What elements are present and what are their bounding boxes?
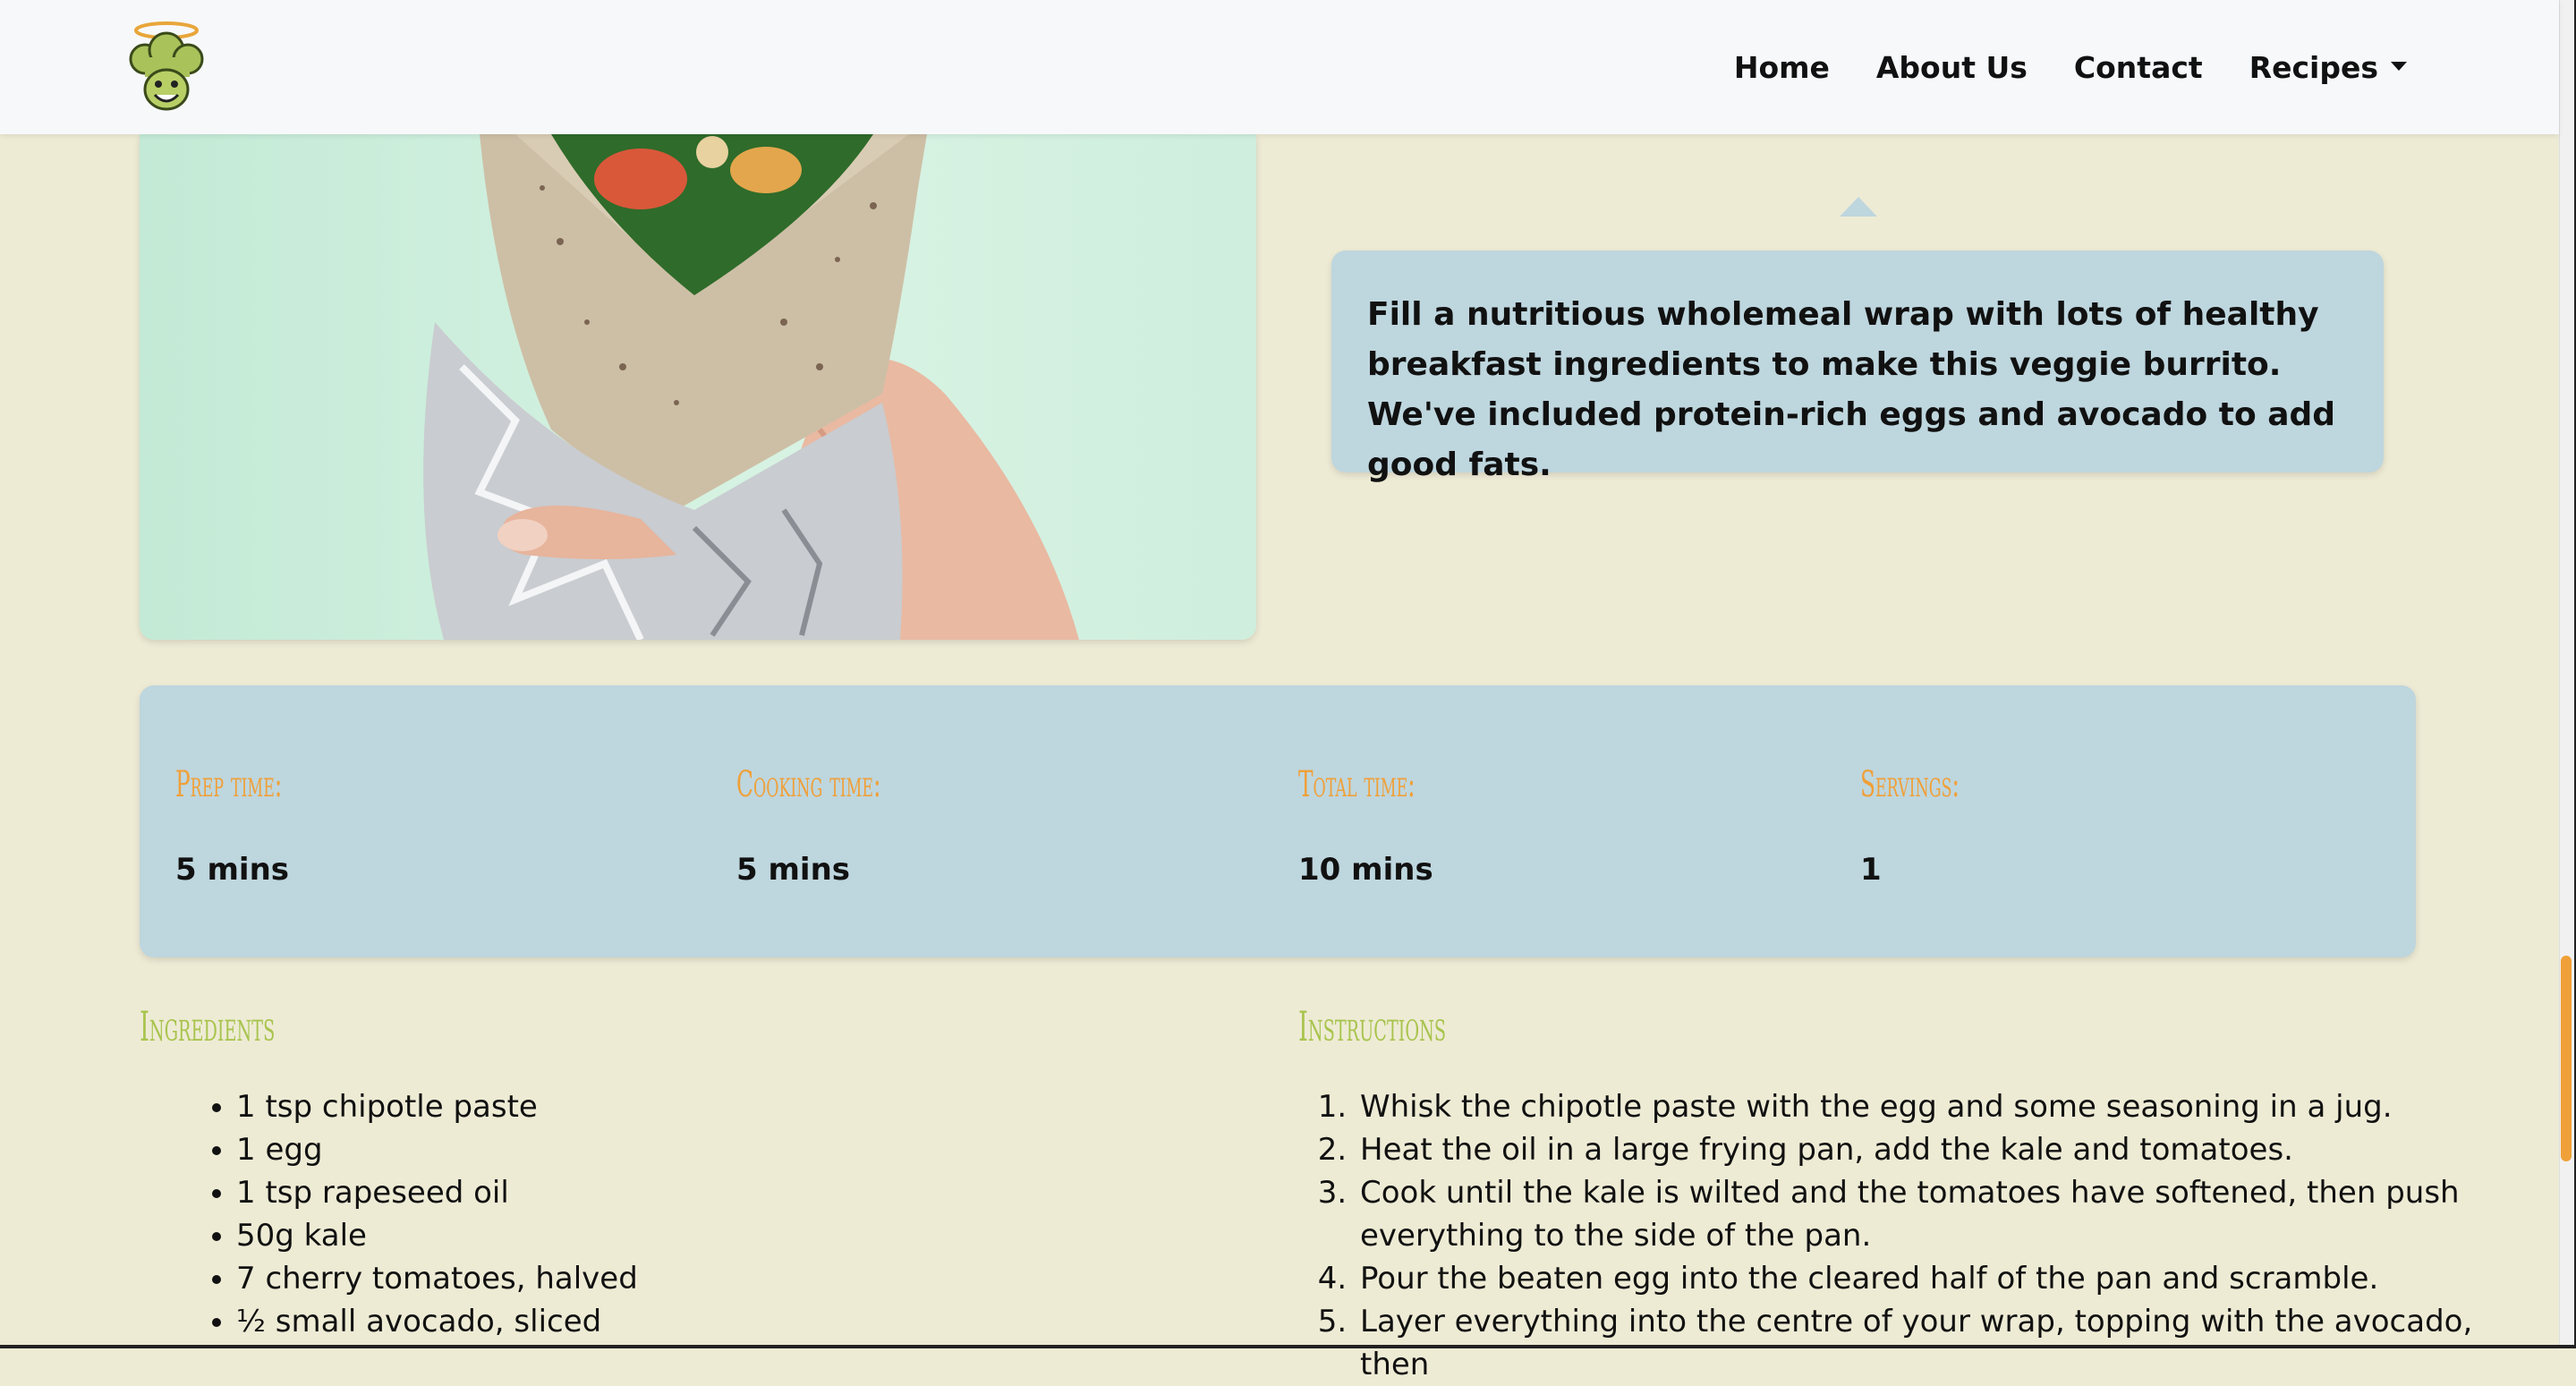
recipe-stats-panel: Prep time: 5 mins Cooking time: 5 mins T… [140,685,2416,957]
instructions-list: Whisk the chipotle paste with the egg an… [1312,1085,2475,1386]
stat-label: Prep time: [175,764,283,805]
stat-value: 5 mins [736,852,851,888]
stat-label: Cooking time: [736,764,881,805]
burrito-illustration [423,134,1079,640]
ingredients-list: 1 tsp chipotle paste 1 egg 1 tsp rapesee… [193,1085,1310,1343]
nav-recipes-label: Recipes [2249,49,2378,85]
callout-arrow-icon [1840,197,1877,217]
list-item: 1 egg [236,1128,1310,1171]
stat-value: 1 [1860,852,1882,888]
list-item: 50g kale [236,1214,1310,1257]
list-item: 7 cherry tomatoes, halved [236,1257,1310,1300]
list-item: Pour the beaten egg into the cleared hal… [1356,1257,2475,1300]
nav-about-link[interactable]: About Us [1876,50,2028,85]
instructions-title: Instructions [1298,1002,1447,1050]
window-edge [0,1345,2576,1348]
list-item: 1 tsp chipotle paste [236,1085,1310,1128]
navbar: Home About Us Contact Recipes [0,0,2559,134]
stat-value: 10 mins [1298,852,1433,888]
chef-logo-icon[interactable] [125,21,211,115]
list-item: 1 tsp rapeseed oil [236,1171,1310,1214]
list-item: Layer everything into the centre of your… [1356,1300,2475,1386]
recipe-hero-image [140,134,1256,640]
list-item: Whisk the chipotle paste with the egg an… [1356,1085,2475,1128]
stat-label: Total time: [1298,764,1416,805]
list-item: Heat the oil in a large frying pan, add … [1356,1128,2475,1171]
stat-label: Servings: [1860,764,1960,805]
stat-value: 5 mins [175,852,290,888]
nav-recipes-dropdown[interactable]: Recipes [2249,50,2407,85]
recipe-description: Fill a nutritious wholemeal wrap with lo… [1331,251,2384,483]
list-item: Cook until the kale is wilted and the to… [1356,1171,2475,1257]
nav-home-link[interactable]: Home [1734,50,1830,85]
scrollbar-thumb[interactable] [2561,956,2572,1161]
chevron-down-icon [2391,62,2407,71]
list-item: ½ small avocado, sliced [236,1300,1310,1343]
nav-contact-link[interactable]: Contact [2074,50,2203,85]
ingredients-title: Ingredients [140,1002,276,1050]
nav-links: Home About Us Contact Recipes [1734,0,2407,134]
